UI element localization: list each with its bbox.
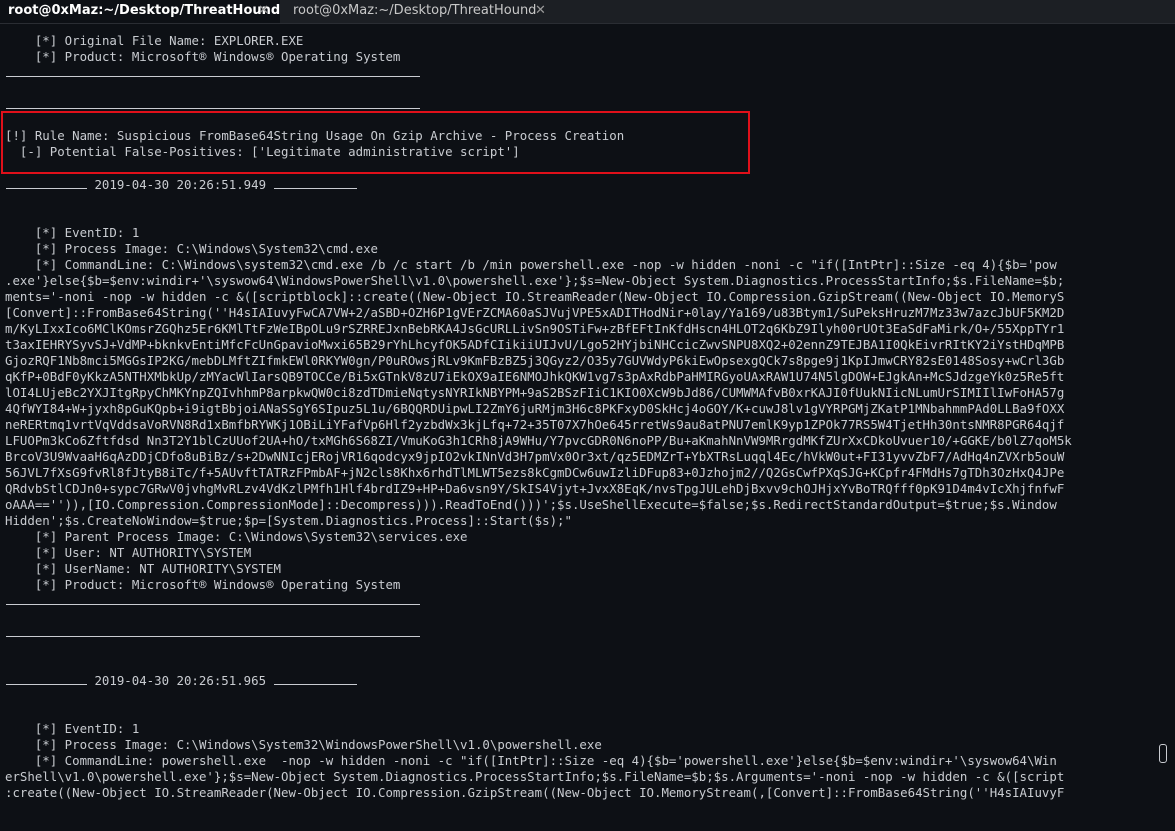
vertical-scrollbar[interactable] bbox=[1155, 24, 1175, 824]
output-line: [*] Parent Process Image: C:\Windows\Sys… bbox=[5, 529, 468, 544]
output-line: LFUOPm3kCo6Zftfdsd Nn3T2Y1blCzUUof2UA+hO… bbox=[5, 433, 1072, 448]
tab-label: root@0xMaz:~/Desktop/ThreatHound bbox=[293, 3, 537, 18]
tab-active[interactable]: root@0xMaz:~/Desktop/ThreatHound ✕ bbox=[0, 0, 280, 23]
output-line: oAAA=='')),[IO.Compression.CompressionMo… bbox=[5, 497, 1057, 512]
output-line: 4QfWYI84+W+jyxh8pGuKQpb+i9igtBbjoiANaSSg… bbox=[5, 401, 1065, 416]
separator-line bbox=[6, 636, 420, 637]
output-line: [*] Original File Name: EXPLORER.EXE bbox=[5, 33, 304, 48]
output-line: ments='-noni -nop -w hidden -c &([script… bbox=[5, 289, 1065, 304]
output-line: [*] CommandLine: C:\Windows\system32\cmd… bbox=[5, 257, 1057, 272]
output-line: [*] Process Image: C:\Windows\System32\c… bbox=[5, 241, 378, 256]
output-line: :create((New-Object IO.StreamReader(New-… bbox=[5, 785, 1065, 800]
output-line: [*] EventID: 1 bbox=[5, 225, 140, 240]
event-timestamp: 2019-04-30 20:26:51.965 bbox=[87, 673, 274, 688]
separator-line bbox=[6, 76, 420, 77]
event-timestamp-header: 2019-04-30 20:26:51.965 bbox=[6, 673, 357, 689]
output-line: [*] Product: Microsoft® Windows® Operati… bbox=[5, 577, 401, 592]
tab-inactive[interactable]: root@0xMaz:~/Desktop/ThreatHound ✕ bbox=[281, 0, 558, 23]
output-line: [*] UserName: NT AUTHORITY\SYSTEM bbox=[5, 561, 282, 576]
output-line: [*] EventID: 1 bbox=[5, 721, 140, 736]
output-line: neRERtmq1vrtVqVddsaVoRVN8Rd1xBmfbRYWKj1O… bbox=[5, 417, 1065, 432]
output-line: lOI4LUjeBc2YXJItgRpyChMKYnpZQIvhhmP8arpk… bbox=[5, 385, 1065, 400]
output-line: [Convert]::FromBase64String(''H4sIAIuvyF… bbox=[5, 305, 1065, 320]
close-tab-icon[interactable]: ✕ bbox=[258, 0, 269, 22]
output-line: Hidden';$s.CreateNoWindow=$true;$p=[Syst… bbox=[5, 513, 572, 528]
output-line: [*] Process Image: C:\Windows\System32\W… bbox=[5, 737, 602, 752]
highlight-box bbox=[1, 111, 750, 174]
output-line: GjozRQF1Nb8mci5MGGsIP2KG/mebDLMftZIfmkEW… bbox=[5, 353, 1065, 368]
output-line: [*] CommandLine: powershell.exe -nop -w … bbox=[5, 753, 1057, 768]
tab-label: root@0xMaz:~/Desktop/ThreatHound bbox=[8, 3, 281, 18]
output-line: m/KyLIxxIco6MClKOmsrZGQhz5Er6KMlTtFzWeIB… bbox=[5, 321, 1065, 336]
terminal-tab-bar: root@0xMaz:~/Desktop/ThreatHound ✕ root@… bbox=[0, 0, 1175, 24]
bottom-edge bbox=[0, 824, 1175, 831]
output-line: erShell\v1.0\powershell.exe'};$s=New-Obj… bbox=[5, 769, 1065, 784]
output-line: BrcoV3U9WvaaH6qAzDDjCDfo8uBiBz/s+2DwNNIc… bbox=[5, 449, 1065, 464]
output-line: t3axIEHRYSyvSJ+VdMP+bknkvEntiMfcFcUnGpav… bbox=[5, 337, 1065, 352]
output-line: QRdvbStlCDJn0+sypc7GRwV0jvhgMvRLzv4VdKzl… bbox=[5, 481, 1065, 496]
output-line: 56JVL7fXsG9fvRl8fJtyB8iTc/f+5AUvftTATRzF… bbox=[5, 465, 1065, 480]
output-line: .exe'}else{$b=$env:windir+'\syswow64\Win… bbox=[5, 273, 1065, 288]
event-timestamp: 2019-04-30 20:26:51.949 bbox=[87, 177, 274, 192]
separator-line bbox=[6, 604, 420, 605]
close-tab-icon[interactable]: ✕ bbox=[535, 0, 546, 22]
output-line: [*] Product: Microsoft® Windows® Operati… bbox=[5, 49, 401, 64]
output-line: [*] User: NT AUTHORITY\SYSTEM bbox=[5, 545, 252, 560]
separator-line bbox=[6, 108, 420, 109]
event-timestamp-header: 2019-04-30 20:26:51.949 bbox=[6, 177, 357, 193]
scrollbar-thumb[interactable] bbox=[1159, 744, 1167, 763]
output-line: qKfP+0BdF0yKkzA5NTHXMbkUp/zMYacWlIarsQB9… bbox=[5, 369, 1065, 384]
